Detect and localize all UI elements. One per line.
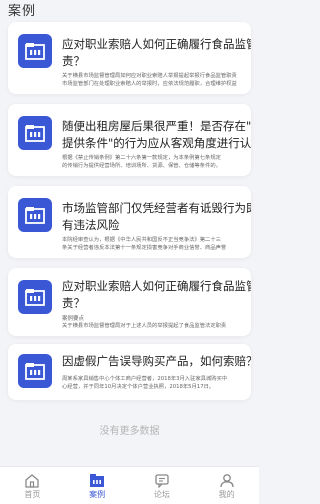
home-icon xyxy=(24,473,40,488)
case-card-icon xyxy=(18,116,52,150)
case-card[interactable]: 应对职业索赔人如何正确履行食品监管职 责？ 案例要点 关于横县市场监督管理局对于… xyxy=(8,268,251,336)
case-title: 因虚假广告误导购买产品，如何索赔？ xyxy=(62,354,251,368)
tab-label: 我的 xyxy=(218,490,235,499)
case-card[interactable]: 市场监管部门仅凭经营者有诋毁行为即认定 有违法风险 本院经审查认为，根据《中华人… xyxy=(8,186,251,258)
case-title: 随便出租房屋后果很严重！是否存在"为 提供条件"的行为应从客观角度进行认定 xyxy=(62,119,251,150)
bottom-tab-bar: 首页 案例 论坛 我的 xyxy=(0,466,259,504)
tab-label: 首页 xyxy=(24,490,41,499)
tab-cases[interactable]: 案例 xyxy=(65,467,130,504)
user-icon xyxy=(219,473,235,488)
case-card[interactable]: 随便出租房屋后果很严重！是否存在"为 提供条件"的行为应从客观角度进行认定 根据… xyxy=(8,104,251,176)
case-tag: 案例要点 xyxy=(62,316,85,322)
tab-mine[interactable]: 我的 xyxy=(194,467,259,504)
case-card-icon xyxy=(18,34,52,68)
forum-icon xyxy=(154,473,170,488)
case-title: 应对职业索赔人如何正确履行食品监管职 责？ xyxy=(62,279,251,310)
tab-forum[interactable]: 论坛 xyxy=(130,467,195,504)
folder-icon xyxy=(25,289,45,306)
tab-home[interactable]: 首页 xyxy=(0,467,65,504)
case-icon xyxy=(89,473,105,488)
case-card[interactable]: 应对职业索赔人如何正确履行食品监管职 责？ 关于横县市场监督管理局如何应对职业索… xyxy=(8,22,251,94)
folder-icon xyxy=(25,207,45,224)
page-title: 案例 xyxy=(8,4,37,19)
tab-label: 论坛 xyxy=(153,490,170,499)
no-more-data-text: 没有更多数据 xyxy=(99,426,160,437)
case-card-icon xyxy=(18,280,52,314)
case-summary: 周某系家具销售中心个体工商户经营者，2018年3月入驻家具城购买中 心经营，并于… xyxy=(62,376,228,390)
case-summary: 关于横县市场监督管理局对于上述人员的举报提起了食品监管法定职责 xyxy=(62,323,227,329)
case-summary: 本院经审查认为，根据《中华人民共和国反不正当竞争法》第二十三 条关于经营者违反本… xyxy=(62,237,227,251)
folder-icon xyxy=(25,363,45,380)
case-card[interactable]: 因虚假广告误导购买产品，如何索赔？ 周某系家具销售中心个体工商户经营者，2018… xyxy=(8,344,251,400)
folder-icon xyxy=(25,43,45,60)
case-card-icon xyxy=(18,198,52,232)
folder-icon xyxy=(25,125,45,142)
case-summary: 根据《禁止传销条例》第二十六条第一款规定，为本条例第七条规定 的传销行为提供经营… xyxy=(62,155,221,169)
case-card-icon xyxy=(18,354,52,388)
case-title: 应对职业索赔人如何正确履行食品监管职 责？ xyxy=(62,37,251,68)
tab-label: 案例 xyxy=(89,490,106,499)
case-summary: 关于横县市场监督管理局如何应对职业索赔人举报提起举报行食品监管职责 市场监管部门… xyxy=(62,73,237,87)
case-title: 市场监管部门仅凭经营者有诋毁行为即认定 有违法风险 xyxy=(62,201,251,232)
